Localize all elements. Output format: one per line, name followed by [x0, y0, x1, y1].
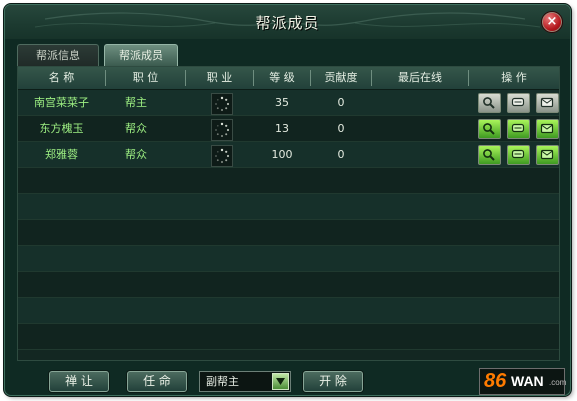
window-title: 帮派成员 — [255, 14, 320, 32]
col-last-online-header: 最后在线 — [398, 71, 442, 84]
table-row[interactable]: 东方槐玉 帮众 13 0 — [18, 116, 559, 142]
close-icon[interactable]: × — [541, 11, 563, 33]
logo-suffix: .com — [549, 378, 567, 387]
col-actions-header: 操 作 — [501, 71, 527, 84]
member-last-online — [372, 142, 468, 168]
title-bar: 帮派成员 × — [5, 5, 570, 39]
member-contribution: 0 — [337, 96, 345, 109]
member-contribution: 0 — [337, 122, 345, 135]
mail-icon[interactable] — [536, 145, 559, 165]
appoint-button[interactable]: 任 命 — [127, 371, 187, 392]
col-contribution-header: 贡献度 — [324, 71, 358, 84]
mail-icon[interactable] — [536, 119, 559, 139]
member-name: 东方槐玉 — [39, 122, 84, 135]
member-level: 100 — [271, 148, 293, 161]
tab-guild-info[interactable]: 帮派信息 — [17, 44, 99, 66]
magnifier-icon[interactable] — [478, 145, 501, 165]
footer-bar: 禅 让 任 命 副帮主 开 除 86 WAN .com — [5, 366, 570, 395]
member-name: 南宫菜菜子 — [34, 96, 89, 109]
empty-row — [18, 194, 559, 220]
member-table: 名 称 职 位 职 业 等 级 贡献度 最后在线 操 作 南宫菜菜子 帮主 35 — [17, 66, 560, 361]
loading-spinner-icon — [211, 93, 233, 115]
member-last-online — [372, 90, 468, 116]
logo-number: 86 — [484, 370, 507, 392]
chevron-down-icon[interactable] — [272, 373, 289, 390]
rank-select-value: 副帮主 — [206, 375, 239, 388]
member-level: 13 — [275, 122, 289, 135]
rank-select[interactable]: 副帮主 — [199, 371, 291, 392]
empty-row — [18, 298, 559, 324]
col-class-header: 职 业 — [206, 71, 233, 84]
member-position: 帮主 — [125, 96, 147, 109]
chat-icon[interactable] — [507, 119, 530, 139]
tab-guild-members[interactable]: 帮派成员 — [104, 44, 178, 66]
table-row[interactable]: 郑雅蓉 帮众 100 0 — [18, 142, 559, 168]
member-last-online — [372, 116, 468, 142]
member-name: 郑雅蓉 — [45, 148, 78, 161]
member-contribution: 0 — [337, 148, 345, 161]
logo: 86 WAN .com — [479, 368, 567, 395]
table-header: 名 称 职 位 职 业 等 级 贡献度 最后在线 操 作 — [18, 67, 559, 90]
empty-row — [18, 168, 559, 194]
guild-members-window: 帮派成员 × 帮派信息 帮派成员 名 称 职 位 职 业 等 级 贡献度 最后在… — [4, 4, 571, 396]
empty-row — [18, 220, 559, 246]
row-divider — [18, 349, 559, 350]
col-name-header: 名 称 — [48, 71, 75, 84]
empty-row — [18, 246, 559, 272]
loading-spinner-icon — [211, 119, 233, 141]
expel-button[interactable]: 开 除 — [303, 371, 363, 392]
chat-icon[interactable] — [507, 145, 530, 165]
member-position: 帮众 — [125, 122, 147, 135]
member-level: 35 — [275, 96, 289, 109]
col-position-header: 职 位 — [132, 71, 159, 84]
col-level-header: 等 级 — [269, 71, 295, 84]
loading-spinner-icon — [211, 145, 233, 167]
magnifier-icon[interactable] — [478, 119, 501, 139]
table-row[interactable]: 南宫菜菜子 帮主 35 0 — [18, 90, 559, 116]
member-position: 帮众 — [125, 148, 147, 161]
logo-brand: WAN — [511, 373, 544, 389]
empty-row — [18, 324, 559, 350]
chat-icon[interactable] — [507, 93, 530, 113]
magnifier-icon[interactable] — [478, 93, 501, 113]
empty-row — [18, 272, 559, 298]
transfer-leader-button[interactable]: 禅 让 — [49, 371, 109, 392]
mail-icon[interactable] — [536, 93, 559, 113]
